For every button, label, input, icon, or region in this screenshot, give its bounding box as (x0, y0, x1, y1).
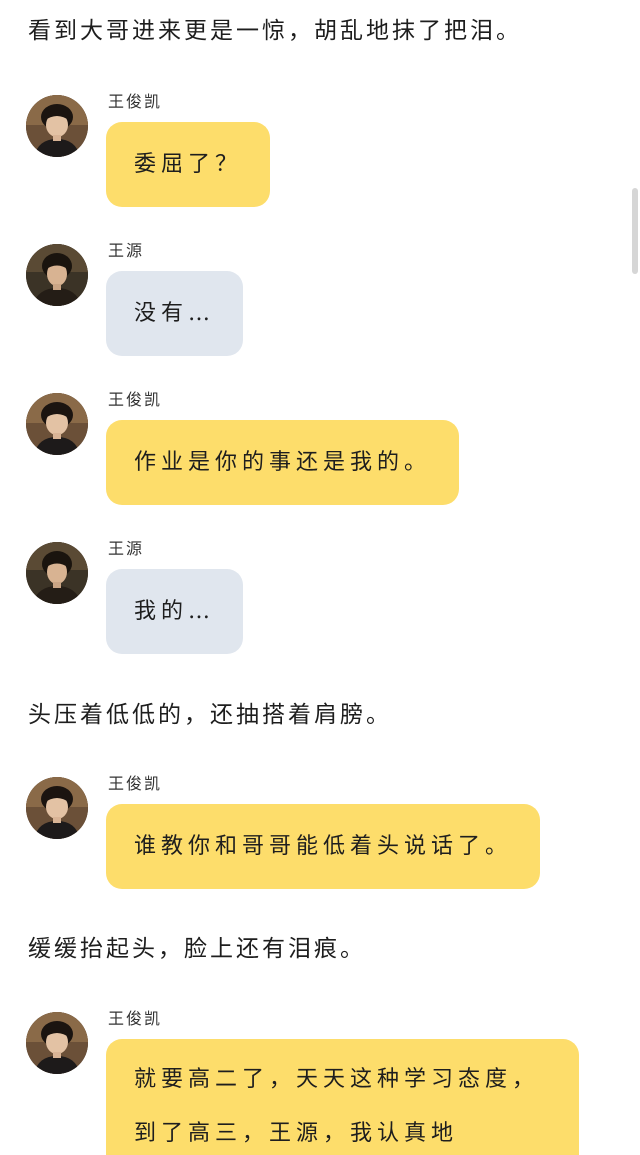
scrollbar[interactable] (632, 188, 638, 274)
avatar[interactable] (26, 777, 88, 839)
avatar-photo-icon (26, 244, 88, 306)
chat-bubble: 我的… (106, 569, 244, 654)
chat-bubble: 谁教你和哥哥能低着头说话了。 (106, 804, 541, 889)
speaker-name: 王俊凯 (108, 92, 163, 111)
speaker-name: 王俊凯 (108, 774, 163, 793)
chat-bubble: 没有… (106, 271, 244, 356)
narration-text: 看到大哥进来更是一惊，胡乱地抹了把泪。 (28, 18, 522, 44)
avatar[interactable] (26, 95, 88, 157)
avatar-photo-icon (26, 95, 88, 157)
chat-bubble: 作业是你的事还是我的。 (106, 420, 460, 505)
avatar-photo-icon (26, 1012, 88, 1074)
avatar[interactable] (26, 244, 88, 306)
avatar[interactable] (26, 542, 88, 604)
avatar-photo-icon (26, 777, 88, 839)
narration-text: 头压着低低的，还抽搭着肩膀。 (28, 702, 392, 728)
speaker-name: 王源 (108, 241, 145, 260)
speaker-name: 王俊凯 (108, 390, 163, 409)
avatar[interactable] (26, 1012, 88, 1074)
chat-bubble: 委屈了？ (106, 122, 271, 207)
story-page: 看到大哥进来更是一惊，胡乱地抹了把泪。 王俊凯 委屈了？ 王源 没有… 王俊凯 … (0, 0, 640, 1155)
avatar[interactable] (26, 393, 88, 455)
avatar-photo-icon (26, 393, 88, 455)
chat-bubble: 就要高二了，天天这种学习态度，到了高三，王源，我认真地 (106, 1039, 579, 1155)
avatar-photo-icon (26, 542, 88, 604)
speaker-name: 王俊凯 (108, 1009, 163, 1028)
speaker-name: 王源 (108, 539, 145, 558)
narration-text: 缓缓抬起头，脸上还有泪痕。 (28, 936, 366, 962)
